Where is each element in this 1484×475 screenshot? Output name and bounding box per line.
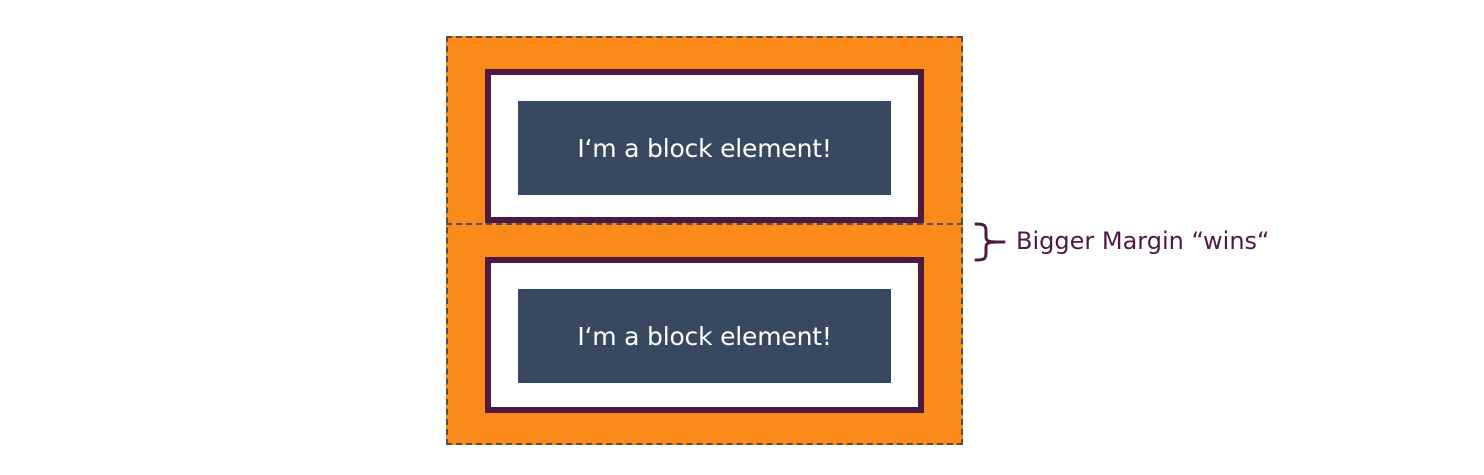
margin-outline bbox=[446, 36, 963, 445]
collapsed-margin-line bbox=[446, 223, 963, 225]
margin-annotation: Bigger Margin “wins“ bbox=[1016, 227, 1270, 255]
curly-brace-icon bbox=[974, 222, 1006, 262]
